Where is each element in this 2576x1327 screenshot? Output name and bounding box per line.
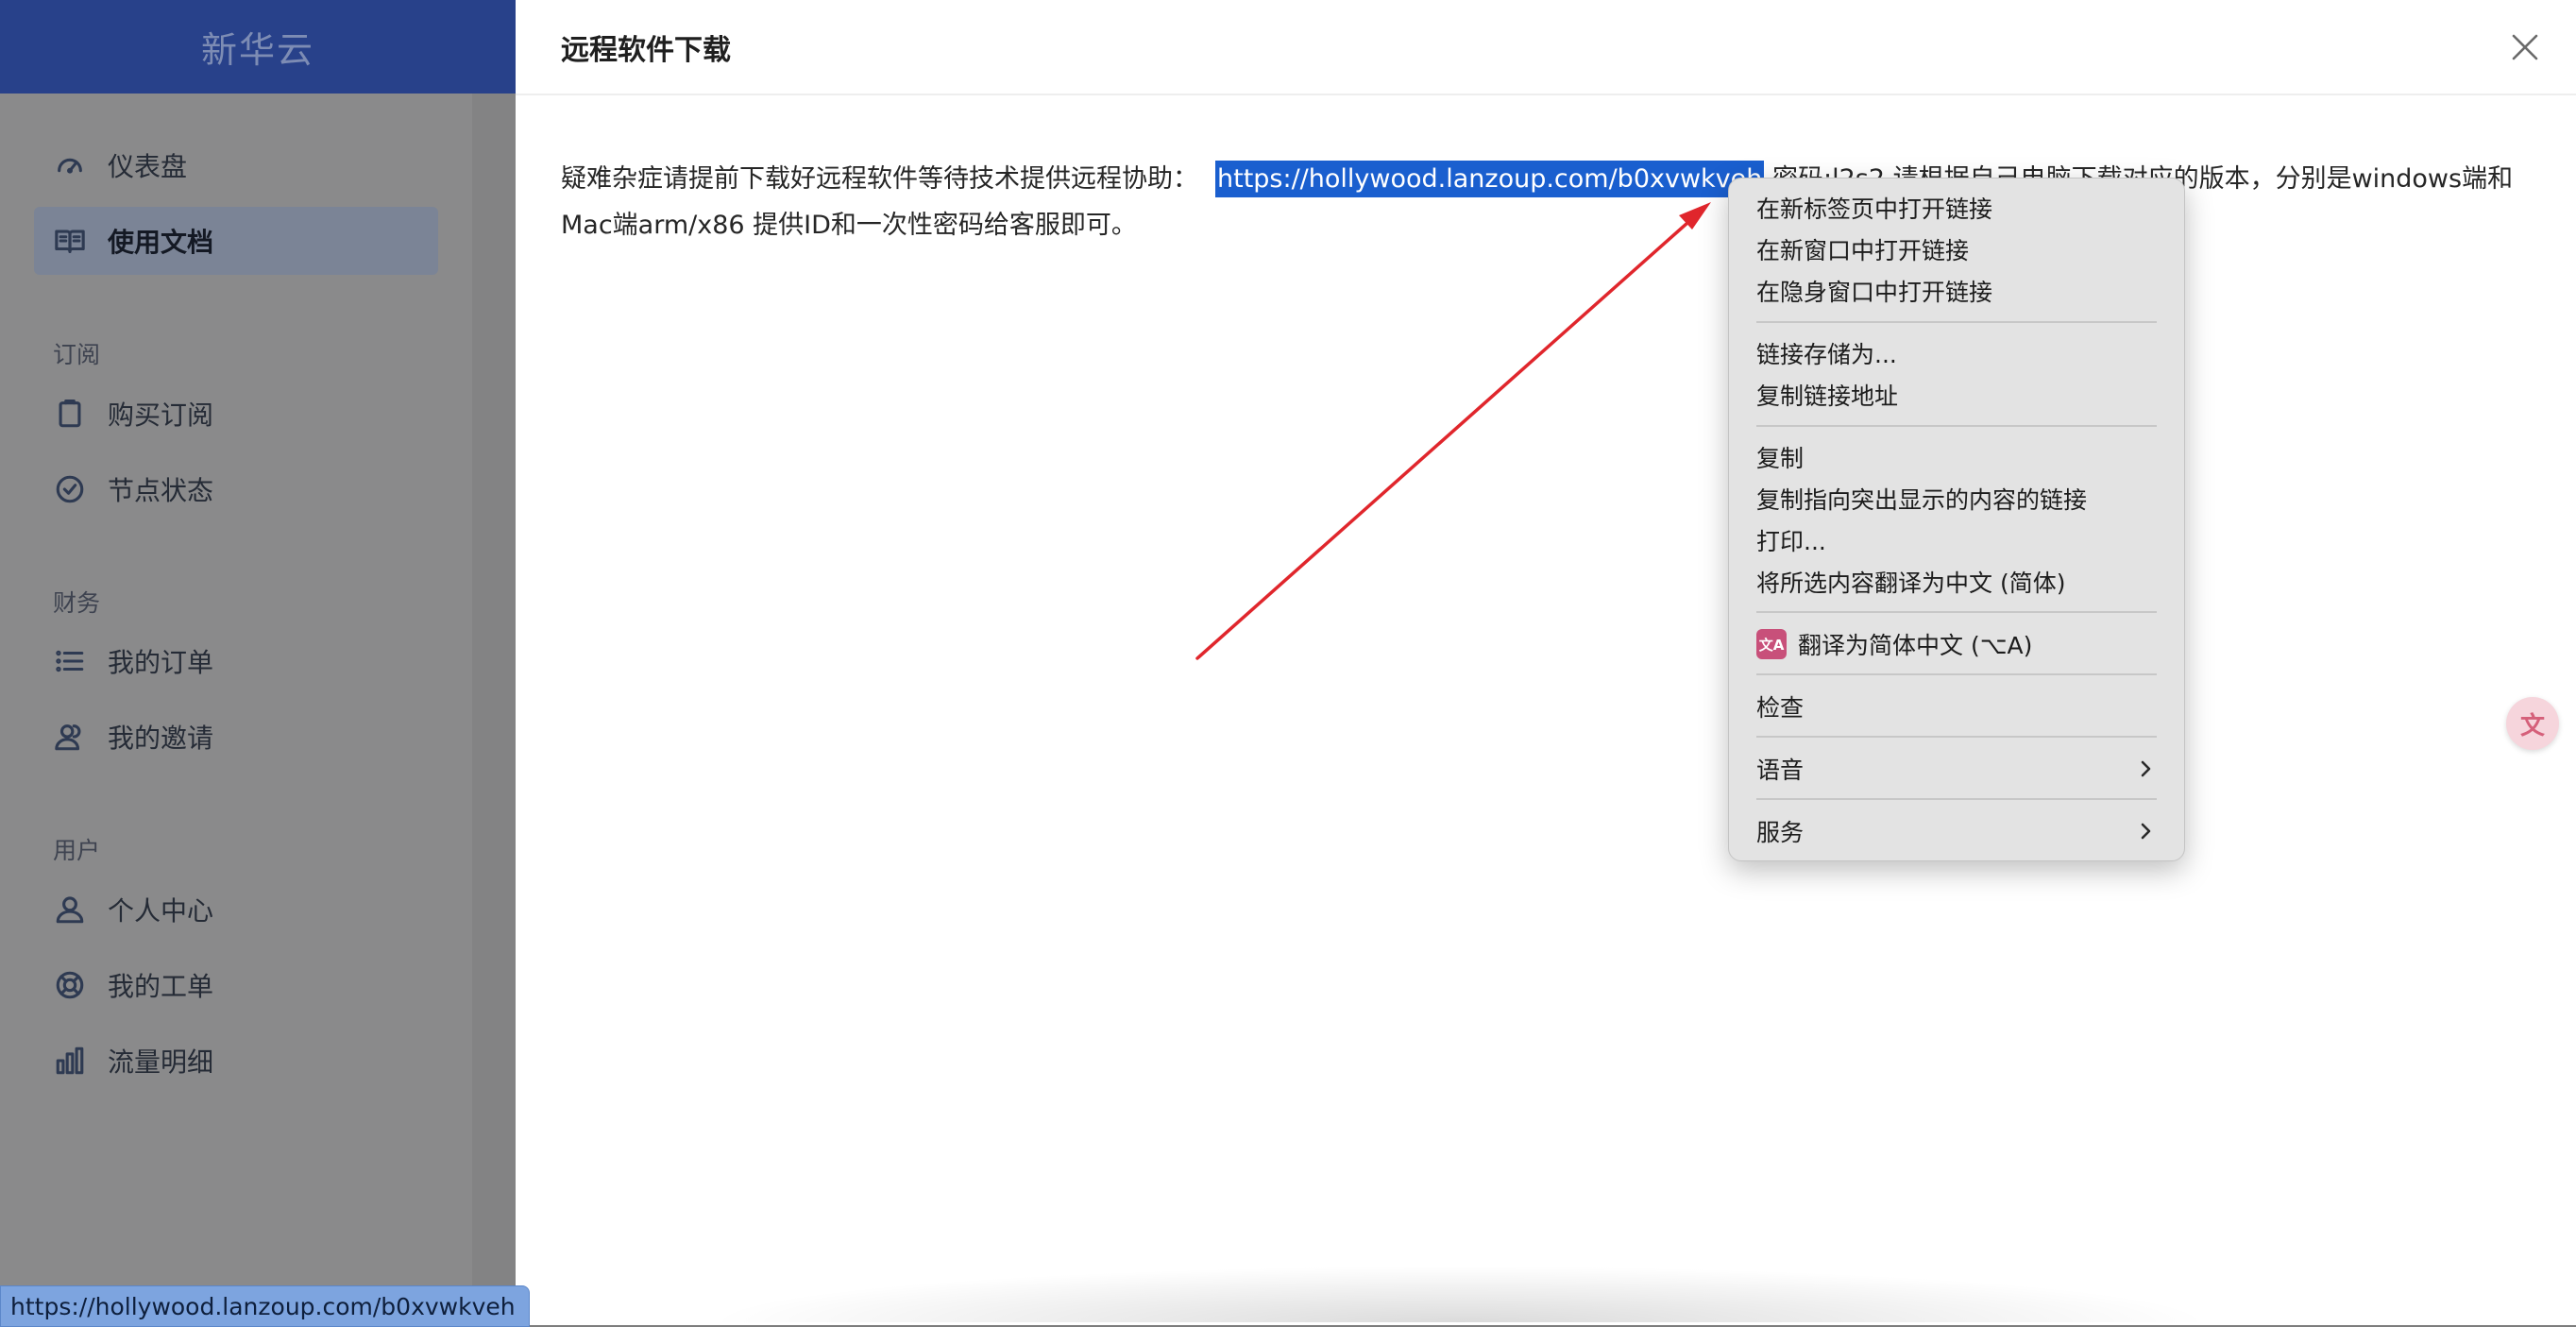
menu-item-open-incognito[interactable]: 在隐身窗口中打开链接 bbox=[1756, 272, 2157, 310]
sidebar-item-label: 我的工单 bbox=[108, 971, 214, 1002]
list-icon bbox=[51, 642, 89, 680]
sidebar-item-label: 个人中心 bbox=[108, 895, 214, 927]
sidebar-item-label: 使用文档 bbox=[108, 227, 214, 258]
modal-body-text: 疑难杂症请提前下载好远程软件等待技术提供远程协助： https://hollywo… bbox=[561, 156, 2544, 248]
section-title-finance: 财务 bbox=[53, 589, 101, 617]
sidebar-item-label: 购买订阅 bbox=[108, 400, 214, 431]
sidebar-item-node-status[interactable]: 节点状态 bbox=[34, 455, 438, 523]
menu-separator bbox=[1756, 736, 2157, 738]
sidebar-item-buy-subscription[interactable]: 购买订阅 bbox=[34, 380, 438, 448]
menu-item-inspect[interactable]: 检查 bbox=[1756, 688, 2157, 725]
modal-title: 远程软件下载 bbox=[561, 33, 731, 67]
sidebar-item-my-tickets[interactable]: 我的工单 bbox=[34, 951, 438, 1019]
sidebar-item-my-invites[interactable]: 我的邀请 bbox=[34, 703, 438, 771]
status-url: https://hollywood.lanzoup.com/b0xvwkveh bbox=[10, 1292, 516, 1320]
menu-item-copy-link-address[interactable]: 复制链接地址 bbox=[1756, 376, 2157, 414]
sidebar: 新华云 仪表盘 使用文档 订阅 购买订阅 节点状态 财务 我的订单 我的邀请 用… bbox=[0, 0, 516, 1325]
menu-separator bbox=[1756, 798, 2157, 800]
check-circle-icon bbox=[51, 470, 89, 508]
section-title-subscription: 订阅 bbox=[53, 341, 101, 368]
brand-logo[interactable]: 新华云 bbox=[201, 21, 314, 73]
sidebar-item-label: 流量明细 bbox=[108, 1046, 214, 1078]
menu-item-save-link-as[interactable]: 链接存储为... bbox=[1756, 334, 2157, 372]
book-icon bbox=[51, 222, 89, 260]
menu-item-speech[interactable]: 语音 bbox=[1756, 750, 2157, 788]
sidebar-header: 新华云 bbox=[0, 0, 516, 94]
menu-item-label: 翻译为简体中文 (⌥A) bbox=[1798, 632, 2033, 659]
menu-item-label: 语音 bbox=[1756, 757, 1805, 784]
clipboard-icon bbox=[51, 395, 89, 433]
link-status-bar: https://hollywood.lanzoup.com/b0xvwkveh bbox=[0, 1285, 530, 1327]
translate-icon: 文A bbox=[1756, 629, 1787, 659]
menu-item-label: 服务 bbox=[1756, 819, 1805, 846]
chevron-right-icon bbox=[2134, 757, 2157, 780]
menu-item-copy-link-to-highlight[interactable]: 复制指向突出显示的内容的链接 bbox=[1756, 480, 2157, 518]
body-prefix: 疑难杂症请提前下载好远程软件等待技术提供远程协助： bbox=[561, 164, 1198, 194]
translate-icon[interactable]: 文 bbox=[2506, 697, 2559, 750]
modal-header: 远程软件下载 bbox=[516, 0, 2576, 95]
sidebar-item-profile[interactable]: 个人中心 bbox=[34, 876, 438, 944]
menu-separator bbox=[1756, 425, 2157, 427]
menu-item-copy[interactable]: 复制 bbox=[1756, 438, 2157, 476]
menu-item-services[interactable]: 服务 bbox=[1756, 812, 2157, 850]
context-menu: 在新标签页中打开链接 在新窗口中打开链接 在隐身窗口中打开链接 链接存储为...… bbox=[1728, 178, 2185, 861]
sidebar-item-docs[interactable]: 使用文档 bbox=[34, 207, 438, 275]
menu-item-translate-page[interactable]: 文A 翻译为简体中文 (⌥A) bbox=[1756, 625, 2157, 663]
sidebar-item-label: 仪表盘 bbox=[108, 151, 188, 182]
menu-item-print[interactable]: 打印... bbox=[1756, 521, 2157, 559]
sidebar-item-dashboard[interactable]: 仪表盘 bbox=[34, 131, 438, 199]
user-icon bbox=[51, 891, 89, 928]
users-icon bbox=[51, 718, 89, 756]
bar-chart-icon bbox=[51, 1042, 89, 1080]
download-modal: 远程软件下载 疑难杂症请提前下载好远程软件等待技术提供远程协助： https://… bbox=[516, 0, 2576, 1325]
chevron-right-icon bbox=[2134, 820, 2157, 842]
sidebar-scrollbar bbox=[472, 94, 516, 1325]
sidebar-item-label: 我的订单 bbox=[108, 647, 214, 678]
lifebuoy-icon bbox=[51, 966, 89, 1004]
sidebar-item-label: 节点状态 bbox=[108, 475, 214, 506]
download-link[interactable]: https://hollywood.lanzoup.com/b0xvwkveh bbox=[1215, 161, 1765, 197]
close-icon[interactable] bbox=[2508, 30, 2542, 64]
menu-separator bbox=[1756, 611, 2157, 613]
menu-item-open-new-window[interactable]: 在新窗口中打开链接 bbox=[1756, 230, 2157, 268]
menu-item-open-new-tab[interactable]: 在新标签页中打开链接 bbox=[1756, 189, 2157, 227]
menu-separator bbox=[1756, 321, 2157, 323]
section-title-user: 用户 bbox=[53, 837, 101, 864]
sidebar-item-my-orders[interactable]: 我的订单 bbox=[34, 627, 438, 695]
bottom-shadow bbox=[704, 1266, 2215, 1322]
sidebar-item-label: 我的邀请 bbox=[108, 723, 214, 754]
sidebar-item-traffic-details[interactable]: 流量明细 bbox=[34, 1027, 438, 1095]
gauge-icon bbox=[51, 146, 89, 184]
menu-separator bbox=[1756, 673, 2157, 675]
menu-item-translate-selection[interactable]: 将所选内容翻译为中文 (简体) bbox=[1756, 563, 2157, 601]
